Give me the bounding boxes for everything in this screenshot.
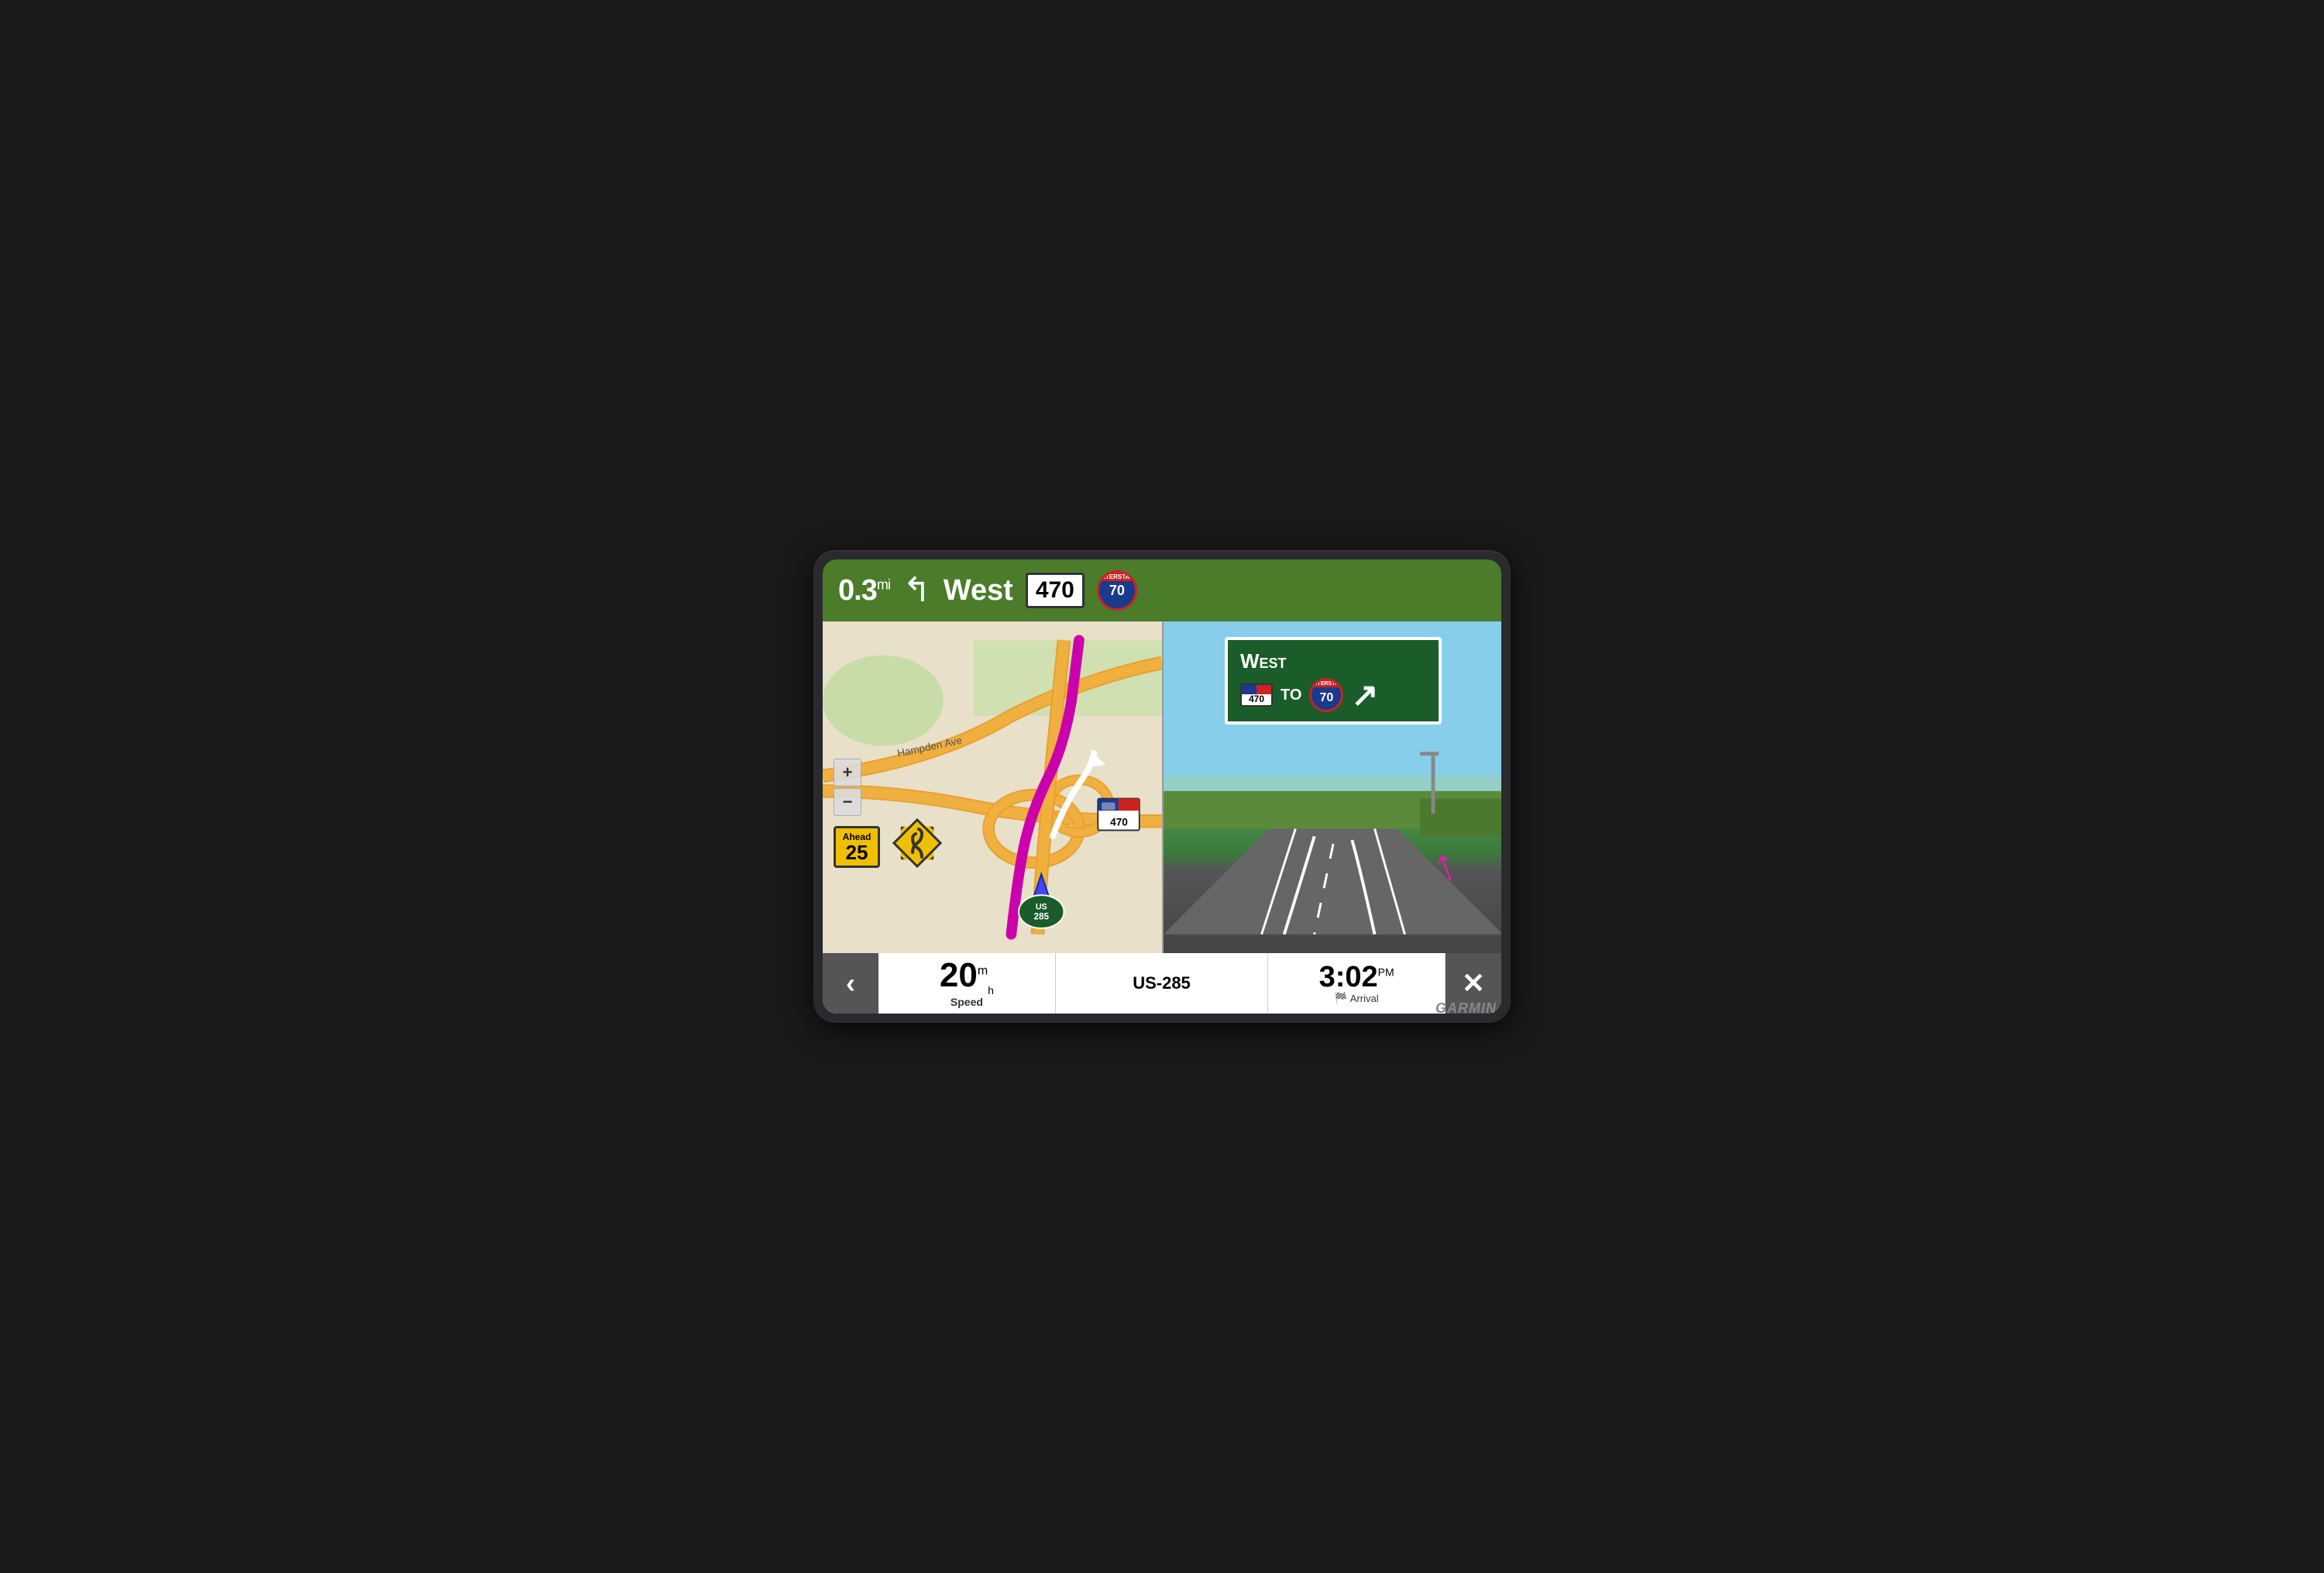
- arrival-ampm: PM: [1378, 965, 1394, 978]
- distance-unit: mi: [877, 577, 890, 592]
- map-panel[interactable]: Hampden Ave 470 US: [823, 621, 1162, 953]
- svg-text:US: US: [1036, 903, 1047, 912]
- arrival-section: 3:02PM 🏁 Arrival: [1268, 953, 1446, 1014]
- interstate-label: INTERSTATE: [1099, 573, 1135, 581]
- highway-direction-sign: West 470 TO INTERSTATE 70 ↗: [1225, 637, 1442, 725]
- route-number: 470: [1036, 577, 1074, 604]
- close-icon: ✕: [1462, 967, 1485, 1000]
- zoom-out-button[interactable]: −: [834, 788, 861, 816]
- device-screen: 0.3mi ↱ West 470 INTERSTATE 70: [823, 559, 1501, 1014]
- nav-direction-text: West: [944, 574, 1013, 608]
- arrow-up-right-icon: ↗: [1351, 679, 1378, 711]
- speed-number: 20: [940, 956, 978, 994]
- bottom-bar: ‹ 20mh Speed US-285 3:02PM 🏁 Arrival: [823, 953, 1501, 1014]
- zoom-controls: + −: [834, 759, 861, 816]
- svg-text:470: 470: [1110, 817, 1128, 828]
- flag-icon: 🏁: [1335, 992, 1347, 1004]
- arrival-label: 🏁 Arrival: [1335, 992, 1379, 1004]
- speed-label: Speed: [951, 996, 983, 1008]
- arrival-label-text: Arrival: [1350, 993, 1379, 1004]
- interstate-number: 70: [1109, 583, 1125, 597]
- to-text: TO: [1281, 687, 1301, 704]
- camera-panel: West 470 TO INTERSTATE 70 ↗: [1164, 621, 1501, 953]
- interstate-sign-70-green: INTERSTATE 70: [1309, 678, 1343, 712]
- current-road-name: US-285: [1133, 973, 1191, 993]
- interstate-70-sign: INTERSTATE 70: [1097, 570, 1137, 611]
- back-icon: ‹: [846, 967, 855, 1000]
- distance-value: 0.3: [838, 574, 877, 607]
- turn-arrow-icon: ↱: [902, 573, 931, 608]
- speed-unit-bottom: h: [988, 984, 994, 996]
- garmin-logo: GARMIN: [1435, 1000, 1497, 1017]
- svg-text:285: 285: [1034, 911, 1050, 921]
- co-route-sign-470: 470: [1240, 683, 1273, 707]
- device-body: 0.3mi ↱ West 470 INTERSTATE 70: [813, 550, 1511, 1023]
- winding-road-sign: [892, 818, 942, 868]
- speed-unit-top: m: [978, 964, 988, 977]
- arrival-time-display: 3:02PM: [1319, 962, 1394, 992]
- main-area: Hampden Ave 470 US: [823, 621, 1501, 953]
- road-name-section: US-285: [1056, 953, 1268, 1014]
- speed-section: 20mh Speed: [878, 953, 1056, 1014]
- highway-sign-row: 470 TO INTERSTATE 70 ↗: [1240, 678, 1426, 712]
- back-button[interactable]: ‹: [823, 953, 878, 1014]
- ig-number: 70: [1320, 691, 1334, 705]
- nav-distance: 0.3mi: [838, 574, 890, 608]
- highway-sign-direction: West: [1240, 649, 1426, 673]
- co-route-number: 470: [1249, 694, 1264, 704]
- arrival-time-value: 3:02: [1319, 961, 1378, 993]
- ahead-number: 25: [842, 842, 871, 862]
- nav-bar: 0.3mi ↱ West 470 INTERSTATE 70: [823, 559, 1501, 621]
- route-470-sign: 470: [1026, 573, 1085, 608]
- zoom-in-button[interactable]: +: [834, 759, 861, 786]
- map-svg: Hampden Ave 470 US: [823, 621, 1162, 953]
- speed-value: 20mh: [940, 959, 994, 996]
- ahead-speed-sign: Ahead 25: [834, 826, 880, 868]
